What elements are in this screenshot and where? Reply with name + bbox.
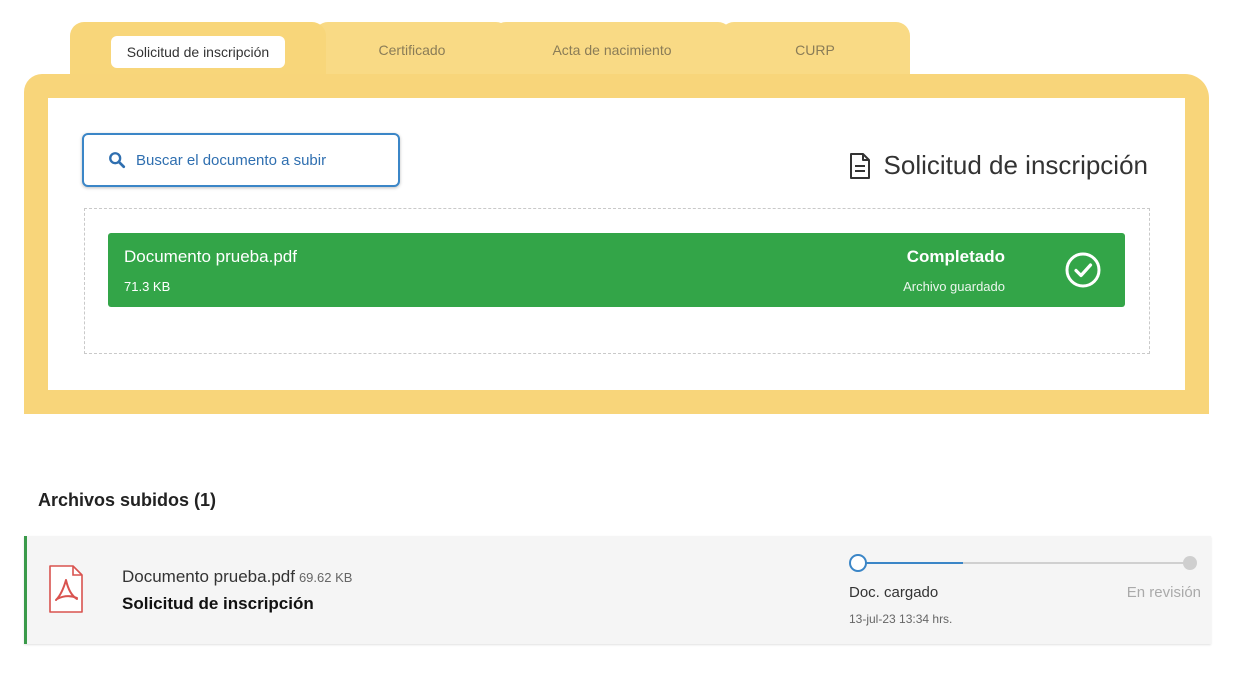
document-heading: Solicitud de inscripción — [848, 150, 1148, 181]
search-document-button[interactable]: Buscar el documento a subir — [82, 133, 400, 187]
progress-track-active — [863, 562, 963, 564]
review-progress: Doc. cargado 13-jul-23 13:34 hrs. En rev… — [847, 554, 1207, 634]
check-circle-icon — [1065, 252, 1101, 288]
tab-label: Certificado — [378, 42, 446, 58]
upload-substatus: Archivo guardado — [903, 279, 1005, 294]
uploaded-file-row[interactable]: Documento prueba.pdf 69.62 KB Solicitud d… — [24, 536, 1211, 644]
upload-file-size: 71.3 KB — [124, 279, 171, 294]
tab-label-active: Solicitud de inscripción — [110, 36, 286, 68]
upload-status-bar: Documento prueba.pdf 71.3 KB Completado … — [108, 233, 1125, 307]
upload-file-name: Documento prueba.pdf — [124, 247, 297, 266]
tab-curp[interactable]: CURP — [720, 22, 910, 82]
tab-label: CURP — [795, 42, 835, 58]
step-label-uploaded: Doc. cargado — [849, 584, 939, 601]
step-dot-uploaded — [849, 554, 867, 572]
pdf-file-icon — [49, 565, 83, 613]
search-icon — [109, 152, 126, 169]
tab-certificado[interactable]: Certificado — [314, 22, 510, 82]
tab-solicitud-de-inscripcion[interactable]: Solicitud de inscripción — [70, 22, 326, 82]
upload-status: Completado — [906, 247, 1005, 266]
uploaded-files-heading: Archivos subidos (1) — [38, 490, 217, 510]
tab-label: Acta de nacimiento — [552, 42, 672, 58]
uploaded-file-name-line: Documento prueba.pdf 69.62 KB — [122, 567, 352, 587]
uploaded-document-type: Solicitud de inscripción — [122, 594, 314, 613]
step-dot-review — [1183, 556, 1197, 570]
document-tabs: CURP Acta de nacimiento Certificado Soli… — [70, 22, 920, 82]
step-label-review: En revisión — [1126, 584, 1201, 601]
uploaded-file-name: Documento prueba.pdf — [122, 567, 295, 586]
search-button-label: Buscar el documento a subir — [136, 151, 327, 169]
tab-acta-de-nacimiento[interactable]: Acta de nacimiento — [492, 22, 732, 82]
document-icon — [849, 152, 870, 179]
step-timestamp-uploaded: 13-jul-23 13:34 hrs. — [849, 612, 953, 626]
document-title: Solicitud de inscripción — [883, 150, 1148, 180]
uploaded-file-size: 69.62 KB — [298, 570, 353, 585]
